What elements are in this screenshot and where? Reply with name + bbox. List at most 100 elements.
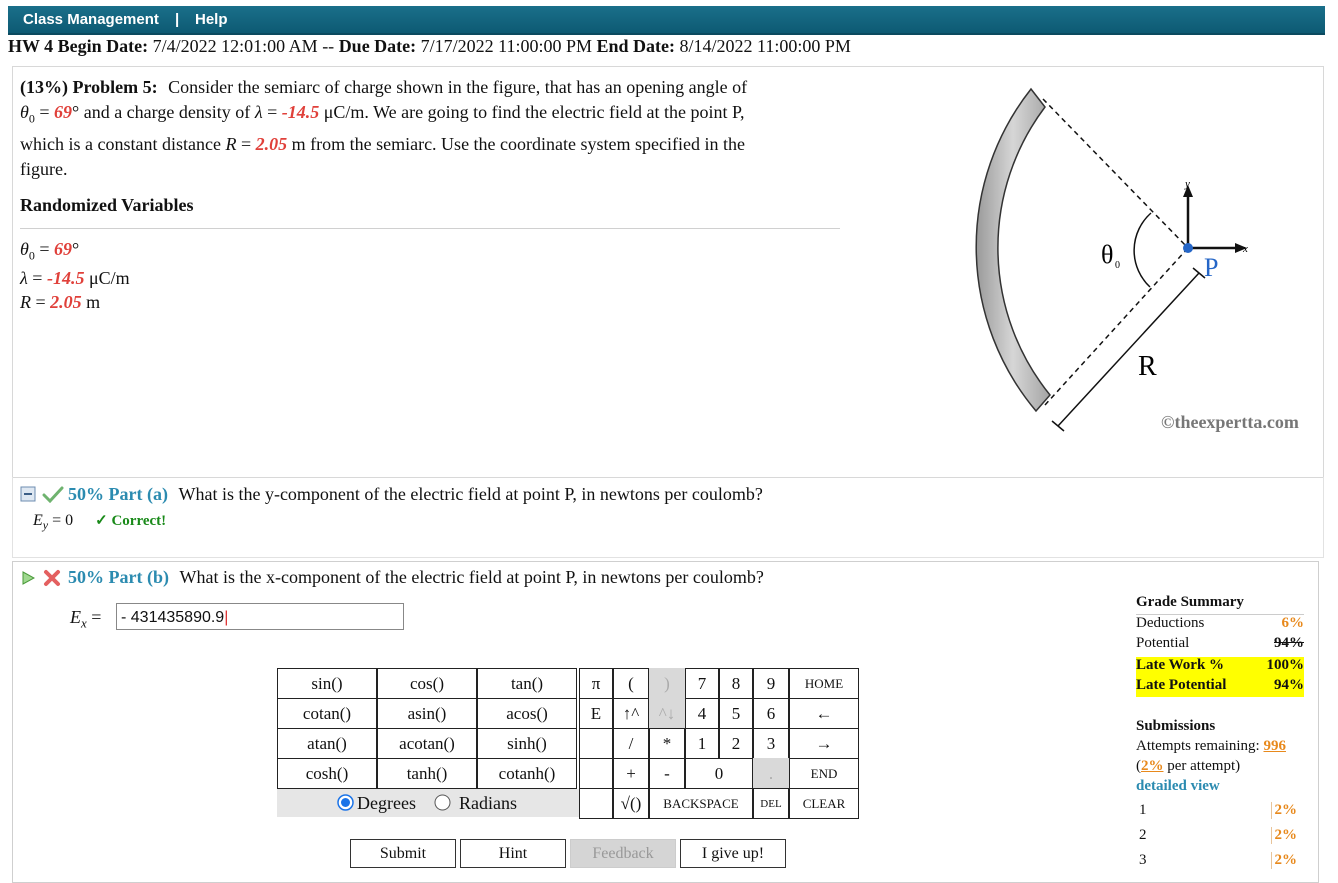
randomized-variables-title: Randomized Variables bbox=[20, 195, 194, 215]
key-3[interactable]: 3 bbox=[753, 728, 789, 759]
divide-key[interactable]: / bbox=[613, 728, 649, 759]
ex-label: Ex = bbox=[70, 607, 101, 632]
rv-theta: θ0 = 69° bbox=[20, 239, 79, 264]
help-link[interactable]: Help bbox=[195, 11, 228, 28]
x-label: x bbox=[1242, 243, 1248, 255]
cosh-key[interactable]: cosh() bbox=[277, 758, 377, 789]
acos-key[interactable]: acos() bbox=[477, 698, 577, 729]
expand-arrow-icon[interactable] bbox=[21, 571, 35, 585]
theta-value: 69 bbox=[54, 102, 72, 122]
y-label: y bbox=[1184, 178, 1190, 190]
correct-badge: ✓ Correct! bbox=[95, 513, 167, 529]
pi-key[interactable]: π bbox=[579, 668, 613, 699]
radians-label: Radians bbox=[459, 793, 517, 813]
equals: = bbox=[27, 268, 47, 288]
key-7[interactable]: 7 bbox=[685, 668, 719, 699]
top-nav-bar: Class Management | Help bbox=[8, 6, 1325, 35]
problem-text-6: figure. bbox=[20, 158, 68, 179]
submit-button[interactable]: Submit bbox=[350, 839, 456, 868]
feedback-button[interactable]: Feedback bbox=[570, 839, 676, 868]
potential-row: Potential 94% bbox=[1136, 635, 1304, 655]
problem-weight: (13%) bbox=[20, 77, 68, 97]
cotanh-key[interactable]: cotanh() bbox=[477, 758, 577, 789]
key-0[interactable]: 0 bbox=[685, 758, 753, 789]
ex-answer-input[interactable]: - 431435890.9| bbox=[116, 603, 404, 630]
deductions-value: 6% bbox=[1281, 615, 1305, 631]
angle-mode-group: Degrees Radians bbox=[277, 789, 581, 817]
late-potential-label: Late Potential bbox=[1136, 677, 1227, 693]
late-potential-value: 94% bbox=[1274, 677, 1304, 693]
key-6[interactable]: 6 bbox=[753, 698, 789, 729]
detailed-view-link[interactable]: detailed view bbox=[1136, 778, 1220, 795]
lparen-key[interactable]: ( bbox=[613, 668, 649, 699]
attempts-remaining: Attempts remaining: 996 bbox=[1136, 738, 1286, 755]
key-1[interactable]: 1 bbox=[685, 728, 719, 759]
multiply-key[interactable]: * bbox=[649, 728, 685, 759]
tanh-key[interactable]: tanh() bbox=[377, 758, 477, 789]
home-key[interactable]: HOME bbox=[789, 668, 859, 699]
tan-key[interactable]: tan() bbox=[477, 668, 577, 699]
ex-answer-value: - 431435890.9 bbox=[121, 609, 225, 626]
grade-summary: Grade Summary Deductions 6% Potential 94… bbox=[1136, 594, 1306, 697]
submission-number: 3 bbox=[1139, 852, 1147, 868]
submission-pct: 2% bbox=[1270, 852, 1297, 869]
rv-lambda: λ = -14.5 μC/m bbox=[20, 268, 130, 289]
key-2[interactable]: 2 bbox=[719, 728, 753, 759]
blank-key bbox=[579, 728, 613, 759]
rparen-key[interactable]: ) bbox=[649, 668, 685, 699]
backspace-key[interactable]: BACKSPACE bbox=[649, 788, 753, 819]
r-symbol: R bbox=[20, 292, 31, 312]
class-management-link[interactable]: Class Management bbox=[23, 11, 159, 28]
late-work-row: Late Work % 100% bbox=[1136, 657, 1304, 677]
cos-key[interactable]: cos() bbox=[377, 668, 477, 699]
key-9[interactable]: 9 bbox=[753, 668, 789, 699]
point-p bbox=[1183, 243, 1193, 253]
end-key[interactable]: END bbox=[789, 758, 859, 789]
ey-answer: = 0 bbox=[48, 512, 74, 529]
right-arrow-key[interactable]: → bbox=[789, 728, 859, 759]
deductions-label: Deductions bbox=[1136, 615, 1205, 631]
radians-radio[interactable] bbox=[434, 794, 451, 811]
minus-key[interactable]: - bbox=[649, 758, 685, 789]
collapse-icon[interactable] bbox=[20, 486, 36, 502]
up-key[interactable]: ↑^ bbox=[613, 698, 649, 729]
lower-radius-dashed bbox=[1044, 247, 1189, 406]
sin-key[interactable]: sin() bbox=[277, 668, 377, 699]
per-attempt-pct: 2% bbox=[1141, 758, 1164, 774]
theta-label-sub: 0 bbox=[1115, 260, 1120, 271]
potential-label: Potential bbox=[1136, 635, 1190, 651]
sqrt-key[interactable]: √() bbox=[613, 788, 649, 819]
key-4[interactable]: 4 bbox=[685, 698, 719, 729]
hint-button[interactable]: Hint bbox=[460, 839, 566, 868]
theta-symbol: θ bbox=[20, 102, 29, 122]
clear-key[interactable]: CLEAR bbox=[789, 788, 859, 819]
begin-date-label: HW 4 Begin Date: bbox=[8, 36, 149, 56]
give-up-button[interactable]: I give up! bbox=[680, 839, 786, 868]
part-a-percent: 50% Part (a) bbox=[68, 484, 168, 504]
dot-key[interactable]: . bbox=[753, 758, 789, 789]
left-arrow-key[interactable]: ← bbox=[789, 698, 859, 729]
r-label: R bbox=[1138, 351, 1157, 382]
due-date-label: Due Date: bbox=[338, 36, 417, 56]
del-key[interactable]: DEL bbox=[753, 788, 789, 819]
acotan-key[interactable]: acotan() bbox=[377, 728, 477, 759]
e-key[interactable]: E bbox=[579, 698, 613, 729]
down-key[interactable]: ^↓ bbox=[649, 698, 685, 729]
sinh-key[interactable]: sinh() bbox=[477, 728, 577, 759]
degrees-radio[interactable] bbox=[337, 794, 354, 811]
submissions-title: Submissions bbox=[1136, 718, 1216, 734]
part-a-panel: 50% Part (a) What is the y-component of … bbox=[12, 477, 1324, 558]
plus-key[interactable]: + bbox=[613, 758, 649, 789]
key-8[interactable]: 8 bbox=[719, 668, 753, 699]
degrees-label: Degrees bbox=[357, 793, 416, 813]
theta-label: θ bbox=[1101, 240, 1113, 269]
problem-text-5: m from the semiarc. Use the coordinate s… bbox=[287, 133, 745, 154]
cotan-key[interactable]: cotan() bbox=[277, 698, 377, 729]
blank-key bbox=[579, 758, 613, 789]
asin-key[interactable]: asin() bbox=[377, 698, 477, 729]
problem-text-4: which is a constant distance bbox=[20, 133, 226, 154]
per-attempt-text: per attempt) bbox=[1163, 758, 1241, 774]
atan-key[interactable]: atan() bbox=[277, 728, 377, 759]
key-5[interactable]: 5 bbox=[719, 698, 753, 729]
problem-statement: (13%) Problem 5: Consider the semiarc of… bbox=[20, 75, 850, 182]
